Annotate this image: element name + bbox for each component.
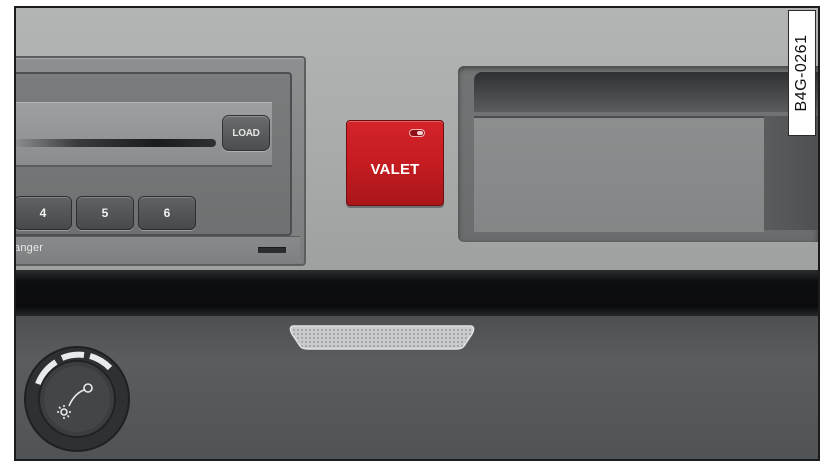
figure-code-label: B4G-0261	[788, 10, 816, 136]
valet-label: VALET	[370, 161, 420, 178]
radio-bottom-strip: anger	[14, 236, 300, 263]
headlight-switch-icon[interactable]	[22, 344, 132, 454]
cd-changer-label: anger	[14, 242, 44, 254]
radio-unit: LOAD 4 5 6 anger	[14, 56, 306, 266]
preset-button-5[interactable]: 5	[76, 196, 134, 230]
changer-indicator-slot	[258, 247, 286, 253]
figure-code-text: B4G-0261	[793, 34, 810, 112]
disc-slot-bar: LOAD	[16, 102, 272, 167]
valet-led-icon	[409, 129, 425, 137]
display-screen	[474, 116, 764, 232]
preset-button-4[interactable]: 4	[16, 196, 72, 230]
load-button[interactable]: LOAD	[222, 115, 270, 151]
dashboard-black-band	[16, 270, 818, 316]
radio-faceplate: LOAD 4 5 6	[16, 72, 292, 236]
illustration-frame: LOAD 4 5 6 anger VALET B4G-0261	[14, 6, 820, 461]
disc-slot	[16, 139, 216, 147]
upper-console-panel: LOAD 4 5 6 anger VALET B4G-0261	[16, 8, 818, 270]
display-hood-shadow	[474, 72, 818, 112]
display-recess	[458, 66, 818, 242]
glovebox-handle[interactable]	[288, 324, 476, 350]
preset-button-6[interactable]: 6	[138, 196, 196, 230]
lower-dash-panel	[16, 316, 818, 459]
valet-button[interactable]: VALET	[346, 120, 444, 206]
